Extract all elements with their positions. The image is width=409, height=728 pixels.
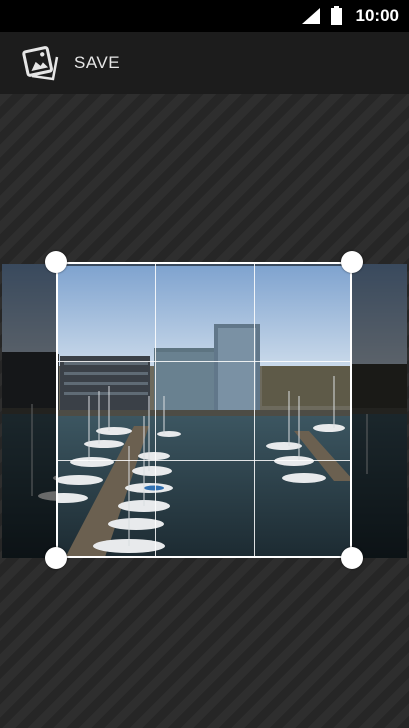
- save-button[interactable]: SAVE: [14, 32, 124, 94]
- crop-preview: [58, 266, 350, 556]
- action-bar: SAVE: [0, 32, 409, 94]
- crop-handle-bottom-right[interactable]: [341, 547, 363, 569]
- signal-icon: [302, 8, 320, 24]
- status-bar: 10:00: [0, 0, 409, 32]
- grid-line-v1: [155, 264, 156, 556]
- grid-line-v2: [254, 264, 255, 556]
- crop-handle-bottom-left[interactable]: [45, 547, 67, 569]
- grid-line-h2: [58, 460, 350, 461]
- grid-line-h1: [58, 361, 350, 362]
- status-time: 10:00: [355, 6, 399, 25]
- crop-frame[interactable]: [56, 262, 352, 558]
- crop-handle-top-left[interactable]: [45, 251, 67, 273]
- crop-handle-top-right[interactable]: [341, 251, 363, 273]
- save-label: SAVE: [74, 53, 121, 72]
- battery-icon: [331, 6, 342, 25]
- photo-icon: [22, 46, 59, 81]
